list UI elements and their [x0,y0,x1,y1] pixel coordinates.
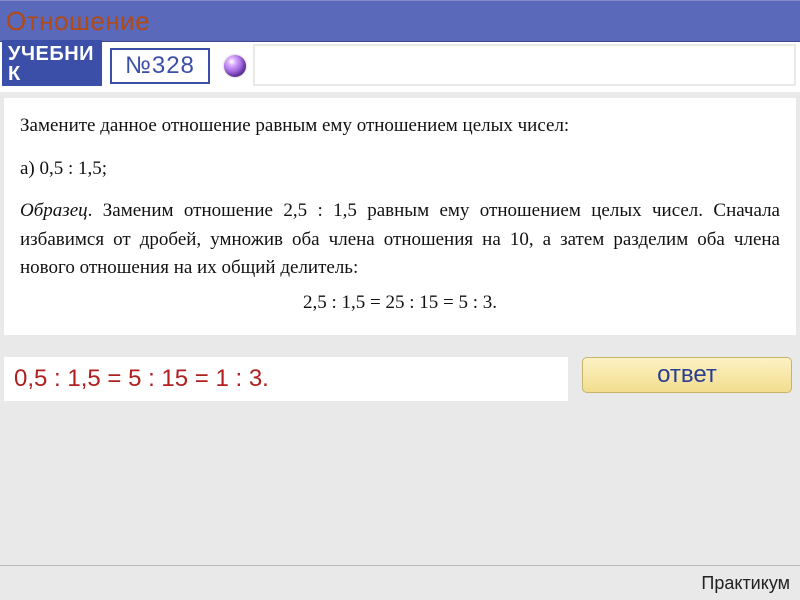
title-bar: Отношение [0,0,800,42]
problem-card: Замените данное отношение равным ему отн… [4,98,796,335]
status-orb-icon[interactable] [224,55,246,77]
footer-label: Практикум [701,573,790,594]
answer-button[interactable]: ответ [582,357,792,393]
footer-separator [0,565,800,566]
subheader: УЧЕБНИК №328 [0,42,800,92]
problem-equation: 2,5 : 1,5 = 25 : 15 = 5 : 3. [20,289,780,318]
problem-sample: Образец. Заменим отношение 2,5 : 1,5 рав… [20,197,780,283]
problem-prompt: Замените данное отношение равным ему отн… [20,112,780,141]
problem-number-box: №328 [110,48,210,84]
page-title: Отношение [6,6,150,37]
answer-row: 0,5 : 1,5 = 5 : 15 = 1 : 3. ответ [4,357,796,401]
sample-label: Образец [20,200,88,221]
header-input-area[interactable] [253,44,796,86]
sample-text: . Заменим отношение 2,5 : 1,5 равным ему… [20,200,780,278]
solution-text: 0,5 : 1,5 = 5 : 15 = 1 : 3. [4,357,568,401]
problem-part-a: а) 0,5 : 1,5; [20,155,780,184]
textbook-badge: УЧЕБНИК [2,40,102,86]
